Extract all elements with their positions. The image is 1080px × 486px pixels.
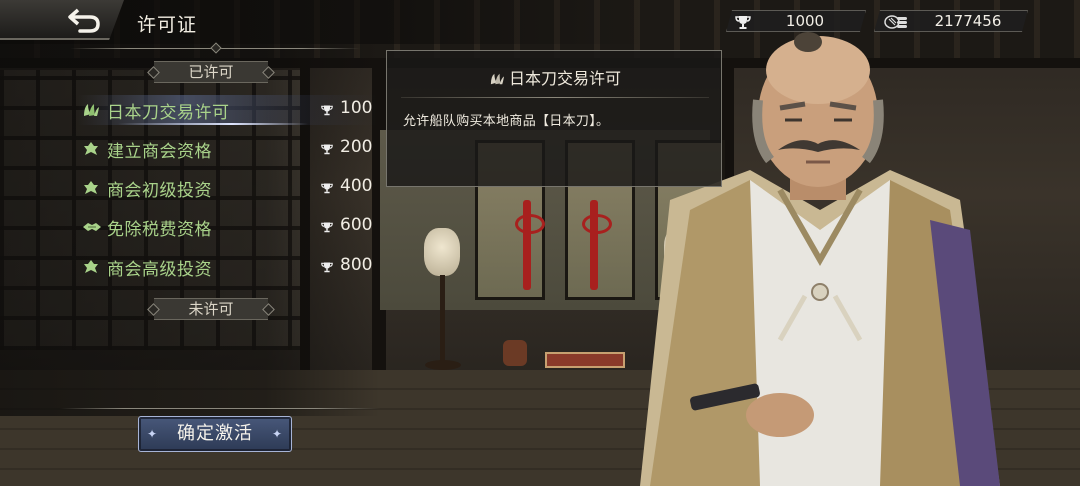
section-licensed-header: 已许可 <box>154 61 268 83</box>
page-title: 许可证 <box>137 14 198 36</box>
detail-title-text: 日本刀交易许可 <box>508 69 621 88</box>
permit-label: 免除税费资格 <box>107 220 212 240</box>
silver-counter: 2177456 <box>874 10 1028 32</box>
permit-cost: 400 <box>340 176 373 196</box>
guild-leaf-icon <box>84 142 98 155</box>
reputation-counter: 1000 <box>726 10 866 32</box>
top-bar: 许可证 1000 2177456 <box>0 0 1080 44</box>
silver-coins-icon <box>883 14 909 30</box>
section-unlicensed-header: 未许可 <box>154 298 268 320</box>
sword-leaf-icon <box>490 73 504 85</box>
paper-lantern <box>424 228 460 276</box>
permit-row-guild-senior-investment[interactable]: 商会高级投资 800 <box>78 252 378 282</box>
red-tassel <box>515 200 545 290</box>
permit-cost: 800 <box>340 255 373 275</box>
permit-cost: 600 <box>340 215 373 235</box>
permit-cost: 100 <box>340 98 373 118</box>
confirm-activate-button[interactable]: ✦ 确定激活 ✦ <box>138 416 292 452</box>
silver-value: 2177456 <box>934 12 1002 30</box>
floor-mat <box>545 352 625 368</box>
back-button[interactable] <box>0 0 124 40</box>
trophy-icon <box>321 105 333 116</box>
lantern-pole <box>440 275 445 365</box>
sparkle-icon: ✦ <box>271 427 283 441</box>
permit-label: 日本刀交易许可 <box>107 103 230 123</box>
lantern-base <box>425 360 461 370</box>
handshake-icon <box>83 223 101 231</box>
sword-leaf-icon <box>84 104 99 116</box>
trophy-icon <box>321 222 333 233</box>
permit-row-japanese-sword[interactable]: 日本刀交易许可 100 <box>78 95 378 125</box>
detail-title: 日本刀交易许可 <box>387 65 723 89</box>
trophy-icon <box>321 262 333 273</box>
sparkle-icon: ✦ <box>147 427 159 441</box>
permit-label: 建立商会资格 <box>107 142 212 162</box>
footer-divider <box>60 408 380 409</box>
trophy-icon <box>321 183 333 194</box>
permit-row-guild-qualification[interactable]: 建立商会资格 200 <box>78 134 378 164</box>
permit-detail-panel: 日本刀交易许可 允许船队购买本地商品【日本刀】。 <box>386 50 722 187</box>
detail-divider <box>401 97 709 98</box>
permit-row-guild-junior-investment[interactable]: 商会初级投资 400 <box>78 173 378 203</box>
trophy-icon <box>735 14 751 30</box>
permit-row-tax-exemption[interactable]: 免除税费资格 600 <box>78 212 378 242</box>
wooden-stand <box>503 340 527 366</box>
permit-label: 商会高级投资 <box>107 260 212 280</box>
trophy-icon <box>321 144 333 155</box>
reputation-value: 1000 <box>785 12 825 30</box>
detail-description: 允许船队购买本地商品【日本刀】。 <box>403 114 610 129</box>
back-arrow-icon <box>68 8 100 33</box>
confirm-activate-label: 确定激活 <box>177 423 253 444</box>
permit-cost: 200 <box>340 137 373 157</box>
permit-label: 商会初级投资 <box>107 181 212 201</box>
investment-leaf-icon <box>84 260 98 273</box>
red-tassel <box>582 200 612 290</box>
investment-leaf-icon <box>84 181 98 194</box>
